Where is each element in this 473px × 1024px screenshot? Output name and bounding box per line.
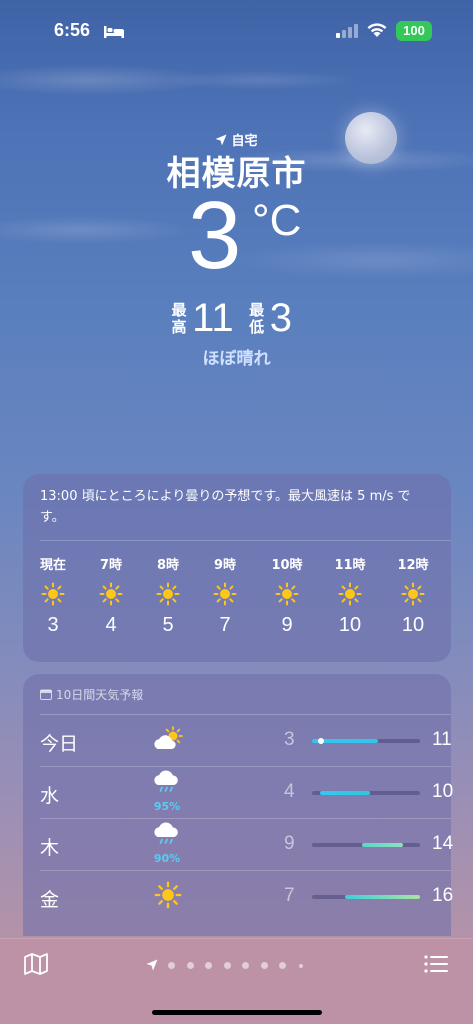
hour-temperature: 7 [219, 614, 231, 636]
page-dot[interactable] [223, 962, 231, 969]
weather-condition: ほぼ晴れ [202, 349, 271, 369]
sun-icon [99, 582, 123, 606]
daily-forecast-card[interactable]: 10日間天気予報 今日 3 11 水 95% 4 10 木 90% 9 14 金 7 16 [23, 674, 454, 936]
sun-icon [213, 582, 237, 606]
temperature-range-bar [312, 895, 420, 899]
partly-cloudy-icon [154, 726, 183, 749]
sun-icon [338, 582, 362, 606]
divider [40, 540, 451, 541]
hour-temperature: 10 [401, 614, 425, 636]
rain-icon [154, 770, 178, 792]
status-time: 6:56 [54, 20, 91, 40]
day-name: 金 [40, 889, 60, 911]
day-name: 木 [40, 837, 60, 859]
low-temperature: 3 [269, 296, 293, 340]
hour-label: 11時 [334, 558, 366, 573]
hourly-item: 8時 5 [140, 554, 196, 637]
hour-label: 7時 [99, 558, 123, 573]
temperature-unit: °C [252, 196, 302, 245]
current-temperature: 3 [188, 182, 242, 289]
page-dot[interactable] [186, 962, 194, 969]
page-dot[interactable] [298, 964, 303, 968]
day-name: 水 [40, 785, 60, 807]
hour-temperature: 4 [105, 614, 117, 636]
sun-icon [41, 582, 65, 606]
hourly-item: 11時 10 [322, 554, 378, 637]
hourly-item: 現在 3 [25, 554, 81, 637]
page-dot[interactable] [242, 962, 249, 969]
high-temperature: 11 [192, 296, 234, 340]
page-dot[interactable] [205, 962, 212, 969]
day-high-temperature: 16 [432, 885, 454, 906]
day-low-temperature: 4 [284, 781, 295, 802]
bed-icon [104, 26, 124, 38]
hour-label: 12時 [397, 558, 429, 573]
divider [40, 818, 451, 819]
divider [40, 714, 451, 715]
day-low-temperature: 9 [284, 833, 295, 854]
daily-row[interactable]: 金 7 16 [40, 870, 454, 922]
current-temperature-dot [318, 738, 324, 744]
home-indicator[interactable] [152, 1010, 322, 1015]
high-label: 最高 [171, 300, 187, 336]
low-label: 最低 [249, 300, 265, 336]
page-dot[interactable] [168, 962, 175, 969]
divider [40, 870, 451, 871]
temperature-range-bar [312, 738, 420, 744]
bottom-toolbar [0, 938, 473, 1024]
hourly-item: 9時 7 [197, 554, 253, 637]
temperature-range-fill [361, 843, 404, 847]
battery-indicator: 100 [396, 21, 432, 41]
day-low-temperature: 7 [284, 885, 295, 906]
day-high-temperature: 10 [432, 781, 454, 802]
sun-icon [275, 582, 299, 606]
hour-temperature: 9 [281, 614, 293, 636]
page-dot[interactable] [260, 962, 268, 969]
hour-label: 10時 [271, 558, 303, 573]
sun-icon [401, 582, 425, 606]
sun-icon [154, 881, 182, 909]
precipitation-probability: 95% [153, 800, 181, 813]
hour-temperature: 5 [162, 614, 174, 636]
hour-label: 9時 [213, 558, 237, 573]
temperature-range-bar [312, 791, 420, 795]
temperature-range-bar [312, 843, 420, 847]
rain-icon [154, 822, 178, 844]
location-arrow-icon [146, 959, 158, 971]
sun-icon [156, 582, 180, 606]
divider [40, 766, 451, 767]
day-name: 今日 [40, 733, 79, 755]
hour-temperature: 3 [47, 614, 59, 636]
hour-temperature: 10 [338, 614, 362, 636]
daily-row[interactable]: 今日 3 11 [40, 714, 452, 766]
status-bar: 6:56 100 [0, 0, 473, 60]
hourly-item: 12時 10 [385, 554, 441, 637]
daily-row[interactable]: 木 90% 9 14 [40, 818, 454, 870]
hour-label: 8時 [156, 558, 180, 573]
page-dot[interactable] [279, 962, 286, 969]
daily-forecast-header: 10日間天気予報 [40, 686, 143, 703]
day-high-temperature: 11 [432, 729, 452, 750]
day-high-temperature: 14 [432, 833, 454, 854]
wifi-icon [367, 23, 387, 37]
precipitation-probability: 90% [153, 852, 181, 865]
temperature-range-fill [320, 791, 371, 795]
hourly-forecast-card[interactable]: 13:00 頃にところにより曇りの予想です。最大風速は 5 m/s です。 現在… [23, 474, 451, 662]
hourly-item: 10時 9 [259, 554, 315, 637]
forecast-summary: 13:00 頃にところにより曇りの予想です。最大風速は 5 m/s です。 [40, 489, 411, 525]
map-icon[interactable] [24, 953, 48, 975]
day-low-temperature: 3 [284, 729, 295, 750]
list-icon[interactable] [424, 954, 448, 974]
signal-icon [336, 24, 358, 38]
hourly-item: 7時 4 [83, 554, 139, 637]
high-low-row: 最高 11 最低 3 [0, 296, 473, 341]
hour-label: 現在 [39, 558, 66, 573]
daily-forecast-title: 10日間天気予報 [56, 688, 144, 702]
location-arrow-icon [215, 134, 227, 146]
temperature-range-fill [345, 895, 420, 899]
calendar-icon [40, 689, 52, 700]
daily-row[interactable]: 水 95% 4 10 [40, 766, 454, 818]
